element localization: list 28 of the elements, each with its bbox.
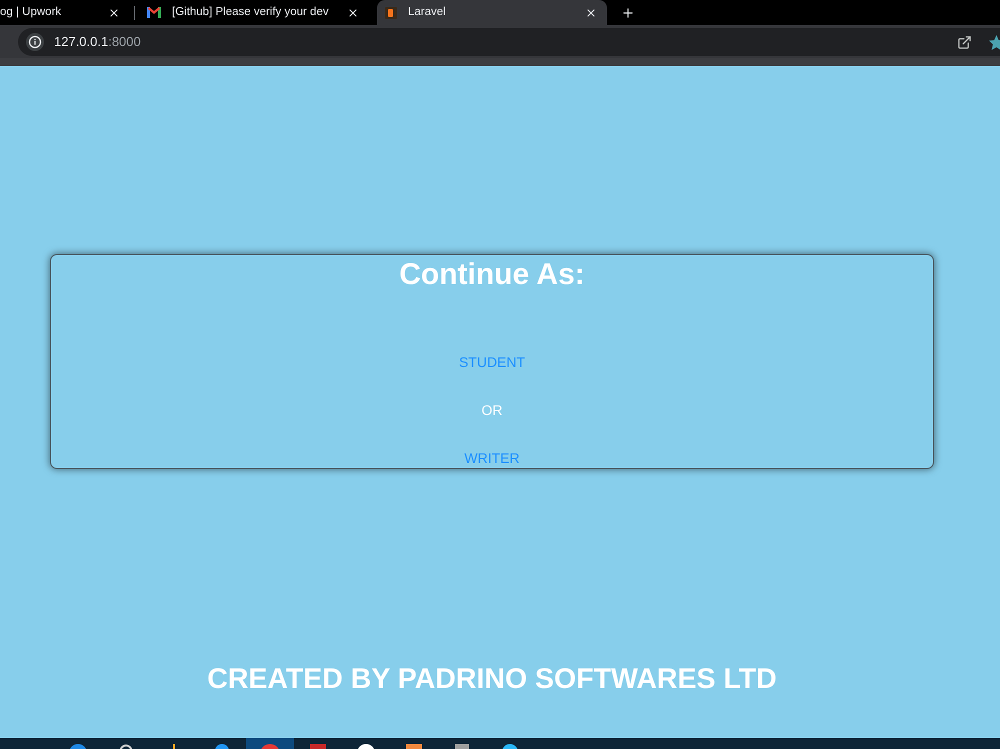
app-icon bbox=[171, 744, 177, 749]
app-icon bbox=[502, 744, 518, 749]
tab-title: og | Upwork bbox=[0, 4, 62, 20]
tab-title: Laravel bbox=[408, 4, 447, 20]
logo-icon bbox=[385, 6, 397, 18]
browser-tab[interactable]: Laravel bbox=[377, 0, 607, 25]
or-text: OR bbox=[482, 401, 502, 420]
mail-icon bbox=[147, 7, 161, 18]
app-icon bbox=[406, 744, 422, 749]
card-title: Continue As: bbox=[399, 257, 585, 293]
address-bar[interactable]: 127.0.0.1:8000 bbox=[18, 28, 1000, 56]
url-text: 127.0.0.1:8000 bbox=[54, 33, 141, 52]
app-icon bbox=[310, 744, 326, 749]
credit-text: CREATED BY PADRINO SOFTWARES LTD bbox=[207, 662, 777, 697]
app-icon bbox=[215, 744, 229, 749]
app-icon bbox=[260, 744, 280, 749]
plus-icon[interactable] bbox=[621, 6, 635, 20]
app-icon bbox=[357, 744, 375, 749]
external-link-icon[interactable] bbox=[957, 34, 972, 50]
tab-title: [Github] Please verify your dev bbox=[172, 4, 330, 20]
close-icon[interactable] bbox=[108, 6, 120, 18]
app-icon bbox=[119, 744, 133, 749]
close-icon[interactable] bbox=[347, 6, 359, 18]
star-icon[interactable] bbox=[989, 34, 1000, 50]
app-icon bbox=[455, 744, 469, 749]
app-icon bbox=[69, 744, 87, 749]
info-icon[interactable] bbox=[26, 33, 44, 51]
close-icon[interactable] bbox=[585, 6, 597, 18]
